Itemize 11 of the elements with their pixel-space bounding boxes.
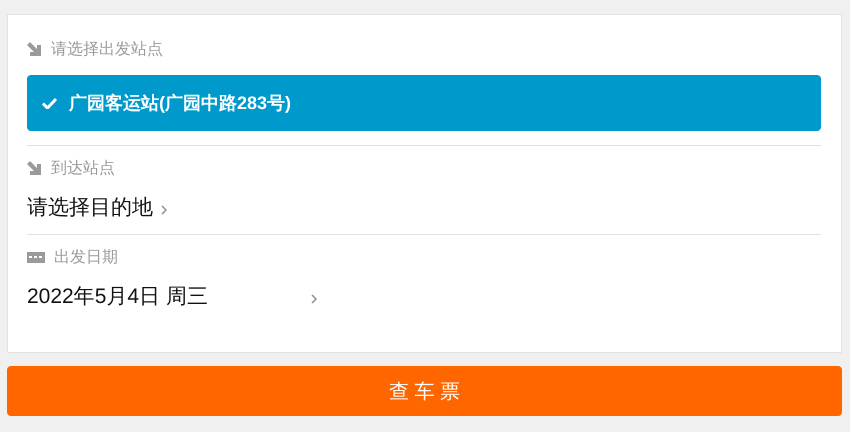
chevron-right-icon <box>161 205 167 215</box>
date-picker[interactable]: 2022年5月4日 周三 <box>27 282 303 310</box>
down-right-arrow-icon <box>27 160 42 176</box>
section-label: 出发日期 <box>54 248 118 268</box>
chevron-right-icon <box>311 294 317 304</box>
check-icon <box>42 97 57 109</box>
down-right-arrow-icon <box>27 42 42 56</box>
calendar-icon <box>27 251 45 263</box>
destination-picker[interactable]: 请选择目的地 <box>27 193 153 221</box>
section-label: 到达站点 <box>51 158 115 178</box>
section-label: 请选择出发站点 <box>51 40 163 60</box>
